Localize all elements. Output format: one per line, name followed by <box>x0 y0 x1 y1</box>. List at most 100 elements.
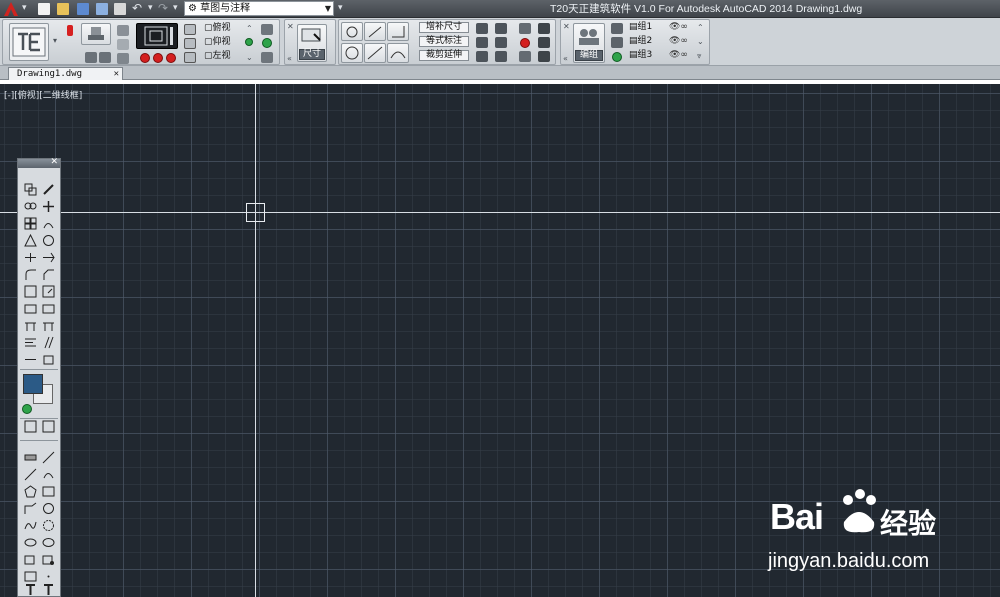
scroll-up-icon[interactable]: ⌃ <box>697 23 704 32</box>
line-icon[interactable] <box>42 451 55 464</box>
undo-icon[interactable]: ↶ <box>132 2 142 14</box>
close-icon[interactable]: ✕ <box>114 68 119 80</box>
tool-icon[interactable] <box>538 23 550 34</box>
stop-icon[interactable] <box>520 38 530 48</box>
mtext-icon[interactable] <box>42 583 55 596</box>
equal-dimension-button[interactable]: 等式标注 <box>419 36 469 47</box>
group-row-3[interactable]: ▤组3 <box>629 50 652 61</box>
break-icon[interactable] <box>24 302 37 315</box>
object-icon[interactable] <box>42 353 55 366</box>
trim-extend-button[interactable]: 裁剪延伸 <box>419 50 469 61</box>
autocad-logo-icon[interactable] <box>3 1 19 17</box>
panel-close-icon[interactable]: ✕ <box>287 22 294 31</box>
app-menu-arrow-icon[interactable]: ▾ <box>22 2 27 14</box>
view-top[interactable]: ▢俯视 <box>204 23 231 34</box>
group-add-icon[interactable] <box>611 23 623 34</box>
view-bottom[interactable]: ▢仰视 <box>204 37 231 48</box>
color-swatch[interactable] <box>21 372 57 408</box>
marker-icon[interactable] <box>67 25 73 36</box>
parallel-icon[interactable] <box>42 336 55 349</box>
stop-icon[interactable] <box>153 53 163 63</box>
stamp-button[interactable] <box>81 23 111 45</box>
move-icon[interactable] <box>42 200 55 213</box>
leader-icon[interactable] <box>519 23 531 34</box>
close-icon[interactable]: ✕ <box>50 157 58 167</box>
ellipse-arc-icon[interactable] <box>24 536 37 549</box>
text-icon[interactable] <box>24 583 37 596</box>
eye-icon[interactable] <box>261 24 273 35</box>
rotate-left-icon[interactable] <box>85 52 97 63</box>
lengthen-icon[interactable] <box>42 319 55 332</box>
hatch-icon[interactable] <box>24 451 37 464</box>
rectangle-icon[interactable] <box>42 485 55 498</box>
new-file-icon[interactable] <box>38 3 50 15</box>
join-icon[interactable] <box>42 302 55 315</box>
polyline-icon[interactable] <box>24 502 37 515</box>
block-insert-icon[interactable] <box>24 553 37 566</box>
workspace-select[interactable]: ⚙ 草图与注释 ▼ <box>184 1 334 16</box>
dimension-button[interactable]: 尺寸 <box>297 24 327 62</box>
circle-dim-button[interactable] <box>341 43 363 63</box>
stop-icon[interactable] <box>166 53 176 63</box>
scroll-down-icon[interactable]: ⌄ <box>246 53 253 62</box>
hand-icon[interactable] <box>184 52 196 63</box>
group-row-1[interactable]: ▤组1 <box>629 22 652 33</box>
visibility-icon[interactable]: 👁∞ <box>669 22 688 33</box>
status-dot-icon[interactable] <box>245 38 253 46</box>
group-button[interactable]: 编组 <box>573 23 605 63</box>
mirror-icon[interactable] <box>24 200 37 213</box>
table-icon[interactable] <box>24 570 37 583</box>
group-edit-icon[interactable] <box>611 37 623 48</box>
polygon-icon[interactable] <box>24 485 37 498</box>
align-icon[interactable] <box>24 336 37 349</box>
cut-icon[interactable] <box>117 25 129 36</box>
circle-icon[interactable] <box>42 502 55 515</box>
offset-icon[interactable] <box>42 217 55 230</box>
zoom-icon[interactable] <box>184 24 196 35</box>
group-row-2[interactable]: ▤组2 <box>629 36 652 47</box>
scroll-up-icon[interactable]: ⌃ <box>246 24 253 33</box>
save-icon[interactable] <box>77 3 89 15</box>
arrow-button[interactable] <box>364 22 386 41</box>
rotate-icon[interactable] <box>42 234 55 247</box>
settings-icon[interactable] <box>538 51 550 62</box>
spline-icon[interactable] <box>24 519 37 532</box>
dim-tool-icon[interactable] <box>476 37 488 48</box>
add-color-icon[interactable] <box>22 404 32 414</box>
paste-icon[interactable] <box>117 53 129 64</box>
save-as-icon[interactable] <box>96 3 108 15</box>
measure-icon[interactable] <box>24 353 37 366</box>
layout-button[interactable] <box>136 23 178 49</box>
panel-expand-icon[interactable]: « <box>287 54 292 63</box>
logo-dropdown-icon[interactable]: ▾ <box>53 36 57 45</box>
array-icon[interactable] <box>24 217 37 230</box>
explode-icon[interactable] <box>24 319 37 332</box>
visibility-icon[interactable]: 👁∞ <box>669 36 688 47</box>
rotate-right-icon[interactable] <box>99 52 111 63</box>
undo-dropdown-icon[interactable]: ▾ <box>148 2 153 14</box>
tangent-logo-button[interactable] <box>9 23 49 61</box>
panel-close-icon[interactable]: ✕ <box>563 22 570 31</box>
copy-icon[interactable] <box>117 39 129 50</box>
stop-icon[interactable] <box>140 53 150 63</box>
point-icon[interactable] <box>42 570 55 583</box>
arc-tool-icon[interactable] <box>42 468 55 481</box>
dim-tool-icon[interactable] <box>495 23 507 34</box>
slope-button[interactable] <box>364 43 386 63</box>
erase-icon[interactable] <box>42 183 55 196</box>
customize-toolbar-icon[interactable]: ▾ <box>338 2 343 14</box>
document-tab[interactable]: Drawing1.dwg ✕ <box>8 67 123 80</box>
redo-icon[interactable]: ↷ <box>158 2 168 14</box>
triangle-mirror-icon[interactable] <box>24 234 37 247</box>
open-file-icon[interactable] <box>57 3 69 15</box>
pan-icon[interactable] <box>184 38 196 49</box>
revcloud-icon[interactable] <box>42 519 55 532</box>
add-dimension-button[interactable]: 增补尺寸 <box>419 22 469 33</box>
stretch-icon[interactable] <box>24 285 37 298</box>
person-icon[interactable] <box>538 37 550 48</box>
print-icon[interactable] <box>114 3 126 15</box>
trim-icon[interactable] <box>24 251 37 264</box>
block-make-icon[interactable] <box>42 553 55 566</box>
expand-list-icon[interactable]: ⩔ <box>697 51 702 61</box>
view-icon[interactable] <box>42 420 55 433</box>
